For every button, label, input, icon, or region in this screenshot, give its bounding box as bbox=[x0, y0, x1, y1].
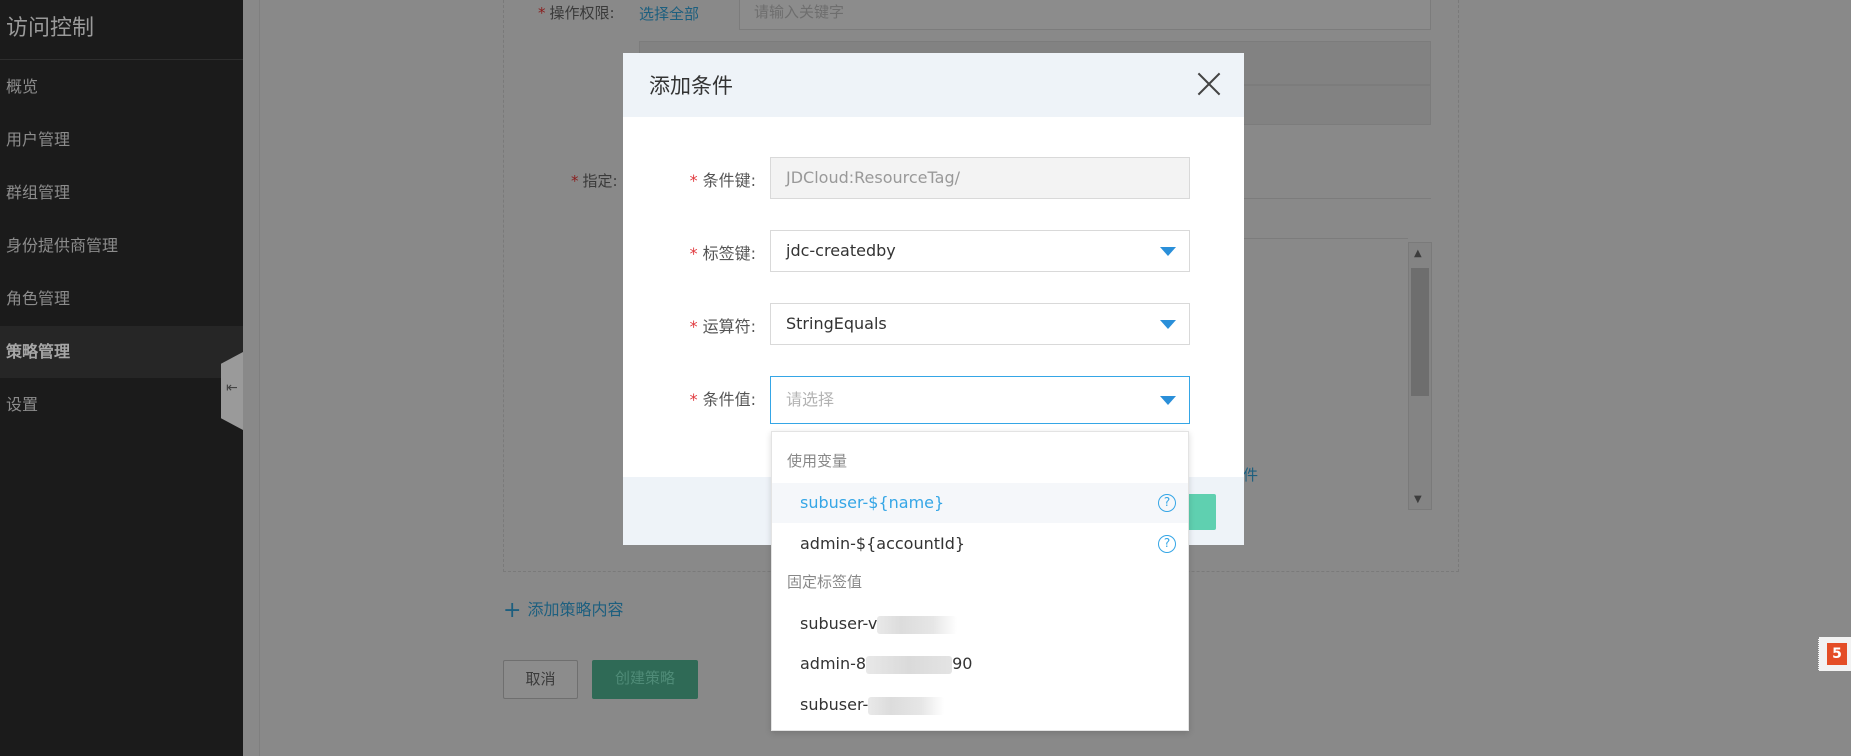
redacted-text bbox=[868, 696, 945, 715]
chevron-down-icon bbox=[1160, 320, 1176, 329]
chevron-down-icon bbox=[1160, 247, 1176, 256]
sidebar-item-users[interactable]: 用户管理 bbox=[0, 114, 243, 166]
dropdown-option-subuser-name[interactable]: subuser-${name} ? bbox=[772, 483, 1188, 523]
condition-value-placeholder: 请选择 bbox=[786, 390, 835, 409]
modal-title: 添加条件 bbox=[649, 74, 733, 98]
option-suffix: 90 bbox=[952, 654, 973, 673]
group-label-fixed-values: 固定标签值 bbox=[787, 573, 863, 591]
bg-divider bbox=[1244, 198, 1431, 199]
cancel-button[interactable]: 取消 bbox=[503, 660, 578, 699]
modal-header: 添加条件 bbox=[623, 53, 1244, 117]
html5-badge: 5 bbox=[1818, 637, 1851, 671]
scroll-down-icon[interactable]: ▼ bbox=[1414, 494, 1422, 505]
option-label: admin-${accountId} bbox=[800, 534, 966, 553]
help-icon[interactable]: ? bbox=[1158, 494, 1176, 512]
scroll-up-icon[interactable]: ▲ bbox=[1414, 248, 1422, 259]
operator-value: StringEquals bbox=[786, 314, 887, 333]
condition-value-dropdown: 使用变量 subuser-${name} ? admin-${accountId… bbox=[771, 431, 1189, 731]
bg-divider bbox=[1244, 238, 1408, 239]
confirm-button[interactable] bbox=[1187, 494, 1216, 530]
dropdown-option-admin-accountid[interactable]: admin-${accountId} ? bbox=[772, 524, 1188, 564]
dropdown-option-fixed-3[interactable]: subuser- bbox=[772, 685, 1188, 725]
scrollbar-thumb[interactable] bbox=[1411, 268, 1429, 396]
create-policy-button[interactable]: 创建策略 bbox=[592, 660, 698, 699]
add-policy-content-link[interactable]: + 添加策略内容 bbox=[503, 596, 623, 623]
sidebar-item-identity-providers[interactable]: 身份提供商管理 bbox=[0, 220, 243, 272]
option-label: subuser-v bbox=[800, 614, 878, 633]
collapse-icon: ⇤ bbox=[226, 380, 238, 396]
sidebar-title: 访问控制 bbox=[6, 16, 95, 41]
help-icon[interactable]: ? bbox=[1158, 535, 1176, 553]
option-label: admin-8 bbox=[800, 654, 867, 673]
sidebar-item-overview[interactable]: 概览 bbox=[0, 61, 243, 113]
condition-key-label: * 条件键: bbox=[689, 171, 756, 190]
sidebar: 访问控制 概览 用户管理 群组管理 身份提供商管理 角色管理 策略管理 设置 bbox=[0, 0, 243, 756]
dropdown-option-fixed-2[interactable]: admin-8 90 bbox=[772, 644, 1188, 684]
dropdown-option-fixed-1[interactable]: subuser-v bbox=[772, 604, 1188, 644]
condition-value-select[interactable]: 请选择 bbox=[770, 376, 1190, 424]
sidebar-item-groups[interactable]: 群组管理 bbox=[0, 167, 243, 219]
redacted-text bbox=[877, 615, 958, 634]
html5-icon: 5 bbox=[1827, 643, 1847, 665]
option-label: subuser-${name} bbox=[800, 493, 945, 512]
sidebar-divider bbox=[0, 59, 243, 60]
sidebar-item-roles[interactable]: 角色管理 bbox=[0, 273, 243, 325]
specify-label: * 指定: bbox=[571, 172, 618, 190]
chevron-down-icon bbox=[1160, 396, 1176, 405]
condition-key-field: JDCloud:ResourceTag/ bbox=[770, 157, 1190, 199]
tag-key-select[interactable]: jdc-createdby bbox=[770, 230, 1190, 272]
close-icon[interactable] bbox=[1191, 66, 1227, 102]
keyword-search-input[interactable]: 请输入关键字 bbox=[739, 0, 1431, 30]
plus-icon: + bbox=[503, 598, 522, 623]
operator-label: * 运算符: bbox=[689, 317, 756, 336]
sidebar-item-settings[interactable]: 设置 bbox=[0, 379, 243, 431]
sidebar-item-policies[interactable]: 策略管理 bbox=[0, 326, 243, 378]
tag-key-value: jdc-createdby bbox=[786, 241, 896, 260]
group-label-variables: 使用变量 bbox=[787, 452, 848, 470]
select-all-link[interactable]: 选择全部 bbox=[639, 3, 699, 24]
option-label: subuser- bbox=[800, 695, 869, 714]
condition-value-label: * 条件值: bbox=[689, 390, 756, 409]
operator-select[interactable]: StringEquals bbox=[770, 303, 1190, 345]
redacted-text bbox=[866, 655, 953, 674]
operation-permission-label: * 操作权限: bbox=[538, 4, 615, 22]
add-condition-link-fragment[interactable]: 件 bbox=[1243, 464, 1258, 485]
tag-key-label: * 标签键: bbox=[689, 244, 756, 263]
